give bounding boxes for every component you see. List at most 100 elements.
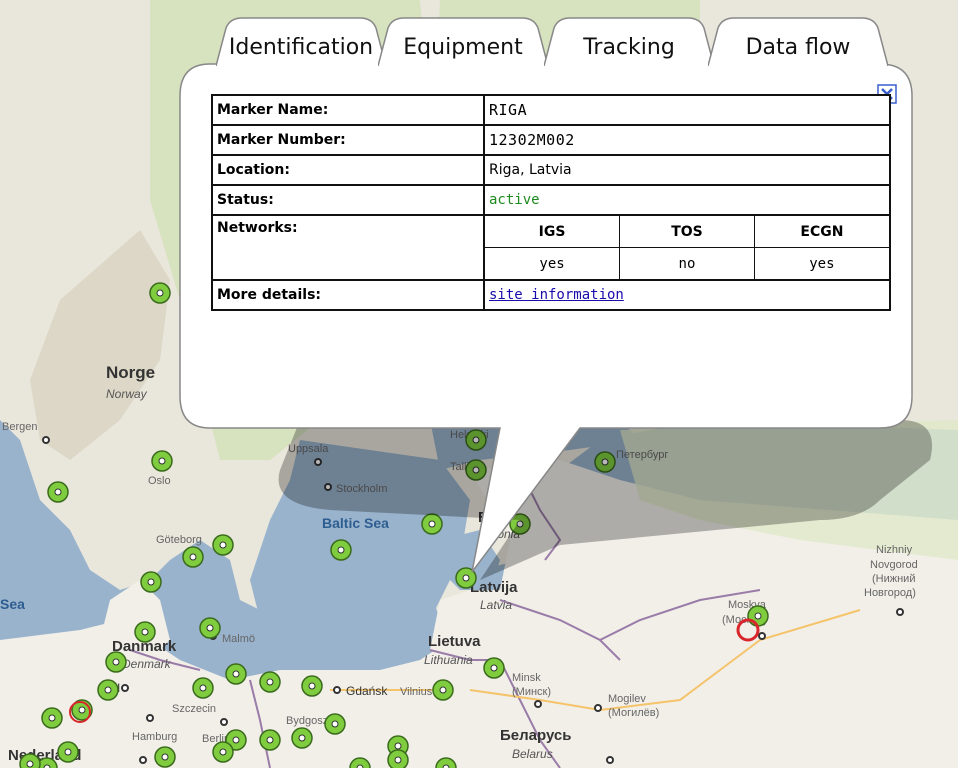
label-norway: Norway [106, 387, 148, 401]
label-belarus: Беларусь [500, 727, 572, 744]
station-marker-icon[interactable] [134, 621, 156, 643]
label-minsk: Minsk [512, 672, 541, 684]
label-sea: Sea [0, 596, 25, 612]
networks-value-row: yes no yes [485, 247, 889, 279]
city-dot-stockholm [324, 483, 332, 491]
tab-data-flow-label: Data flow [745, 34, 851, 60]
station-marker-icon[interactable] [154, 746, 176, 768]
label-goteborg: Göteborg [156, 534, 202, 546]
station-marker-icon[interactable] [259, 671, 281, 693]
row-location: Location: Riga, Latvia [211, 154, 891, 186]
row-marker-name: Marker Name: RIGA [211, 94, 891, 126]
station-marker-icon[interactable] [212, 741, 234, 763]
station-marker-icon[interactable] [199, 617, 221, 639]
location-value: Riga, Latvia [483, 154, 891, 186]
network-header-tos: TOS [619, 216, 755, 248]
network-header-igs: IGS [485, 216, 621, 248]
tab-data-flow[interactable]: Data flow [708, 16, 888, 66]
label-latvija: Latvija [470, 579, 518, 596]
station-marker-icon[interactable] [182, 546, 204, 568]
station-marker-icon[interactable] [140, 571, 162, 593]
station-marker-icon[interactable] [465, 429, 487, 451]
networks-header-row: IGS TOS ECGN [485, 216, 889, 248]
city-dot-moskva [758, 632, 766, 640]
tab-equipment-label: Equipment [403, 34, 523, 60]
row-networks: Networks: IGS TOS ECGN yes no yes [211, 214, 891, 281]
networks-label: Networks: [211, 214, 485, 281]
station-marker-icon[interactable] [57, 741, 79, 763]
station-marker-icon[interactable] [483, 657, 505, 679]
marker-number-label: Marker Number: [211, 124, 485, 156]
station-marker-icon[interactable] [432, 679, 454, 701]
label-uppsala: Uppsala [288, 443, 329, 455]
station-marker-icon[interactable] [212, 534, 234, 556]
label-nizhniy-2: Novgorod [870, 559, 918, 571]
label-nizhniy-4: Новгород) [864, 587, 916, 599]
tab-tracking-label: Tracking [583, 34, 675, 60]
networks-cell: IGS TOS ECGN yes no yes [483, 214, 891, 281]
label-baltic-sea: Baltic Sea [322, 515, 389, 531]
station-marker-icon[interactable] [324, 713, 346, 735]
more-details-label: More details: [211, 279, 485, 311]
tab-tracking[interactable]: Tracking [544, 16, 714, 66]
label-belarus-lat: Belarus [512, 747, 553, 761]
label-szczecin: Szczecin [172, 703, 216, 715]
station-marker-icon[interactable] [747, 605, 769, 627]
marker-name-label: Marker Name: [211, 94, 485, 126]
marker-number-value: 12302M002 [483, 124, 891, 156]
station-marker-icon[interactable] [301, 675, 323, 697]
label-oslo: Oslo [148, 475, 171, 487]
station-marker-icon[interactable] [594, 451, 616, 473]
station-marker-icon[interactable] [105, 651, 127, 673]
station-marker-icon[interactable] [465, 459, 487, 481]
label-lietuva: Lietuva [428, 633, 481, 650]
label-eesti: Eesti [478, 509, 514, 526]
station-marker-icon[interactable] [41, 707, 63, 729]
station-marker-icon[interactable] [225, 663, 247, 685]
station-marker-icon[interactable] [509, 513, 531, 535]
city-dot-mogilev [594, 704, 602, 712]
city-dot-minsk [534, 700, 542, 708]
city-dot-south [606, 756, 614, 764]
network-header-ecgn: ECGN [753, 216, 889, 248]
location-label: Location: [211, 154, 485, 186]
station-marker-icon[interactable] [19, 753, 41, 768]
label-latvia: Latvia [480, 598, 512, 612]
label-nizhniy-3: (Нижний [872, 573, 915, 585]
network-value-igs: yes [485, 247, 621, 279]
city-dot-kiel [121, 684, 129, 692]
station-info-table: Marker Name: RIGA Marker Number: 12302M0… [211, 94, 891, 311]
row-more-details: More details: site information [211, 279, 891, 311]
city-dot-gdansk [333, 686, 341, 694]
station-marker-icon[interactable] [455, 567, 477, 589]
station-marker-icon[interactable] [330, 539, 352, 561]
station-marker-icon[interactable] [151, 450, 173, 472]
city-dot-uppsala [314, 458, 322, 466]
networks-table: IGS TOS ECGN yes no yes [485, 216, 889, 279]
site-information-link[interactable]: site information [489, 287, 624, 303]
label-lithuania: Lithuania [424, 653, 473, 667]
status-label: Status: [211, 184, 485, 216]
row-status: Status: active [211, 184, 891, 216]
label-hamburg: Hamburg [132, 731, 177, 743]
station-marker-icon[interactable] [387, 749, 409, 768]
city-dot-bergen [42, 436, 50, 444]
station-marker-icon[interactable] [291, 727, 313, 749]
label-denmark: Denmark [122, 657, 172, 671]
station-marker-icon[interactable] [47, 481, 69, 503]
label-norge: Norge [106, 363, 155, 382]
marker-name-value: RIGA [483, 94, 891, 126]
station-marker-icon[interactable] [259, 729, 281, 751]
tab-equipment[interactable]: Equipment [378, 16, 548, 66]
station-marker-icon[interactable] [97, 679, 119, 701]
row-marker-number: Marker Number: 12302M002 [211, 124, 891, 156]
label-mogilev-cyr: (Могилёв) [608, 707, 659, 719]
label-mogilev: Mogilev [608, 693, 646, 705]
station-marker-icon[interactable] [192, 677, 214, 699]
tab-identification[interactable]: Identification [216, 16, 386, 66]
label-bergen: Bergen [2, 421, 37, 433]
station-marker-icon[interactable] [421, 513, 443, 535]
station-marker-icon[interactable] [149, 282, 171, 304]
city-dot-nizhniy [896, 608, 904, 616]
label-gdansk: Gdańsk [346, 684, 388, 698]
